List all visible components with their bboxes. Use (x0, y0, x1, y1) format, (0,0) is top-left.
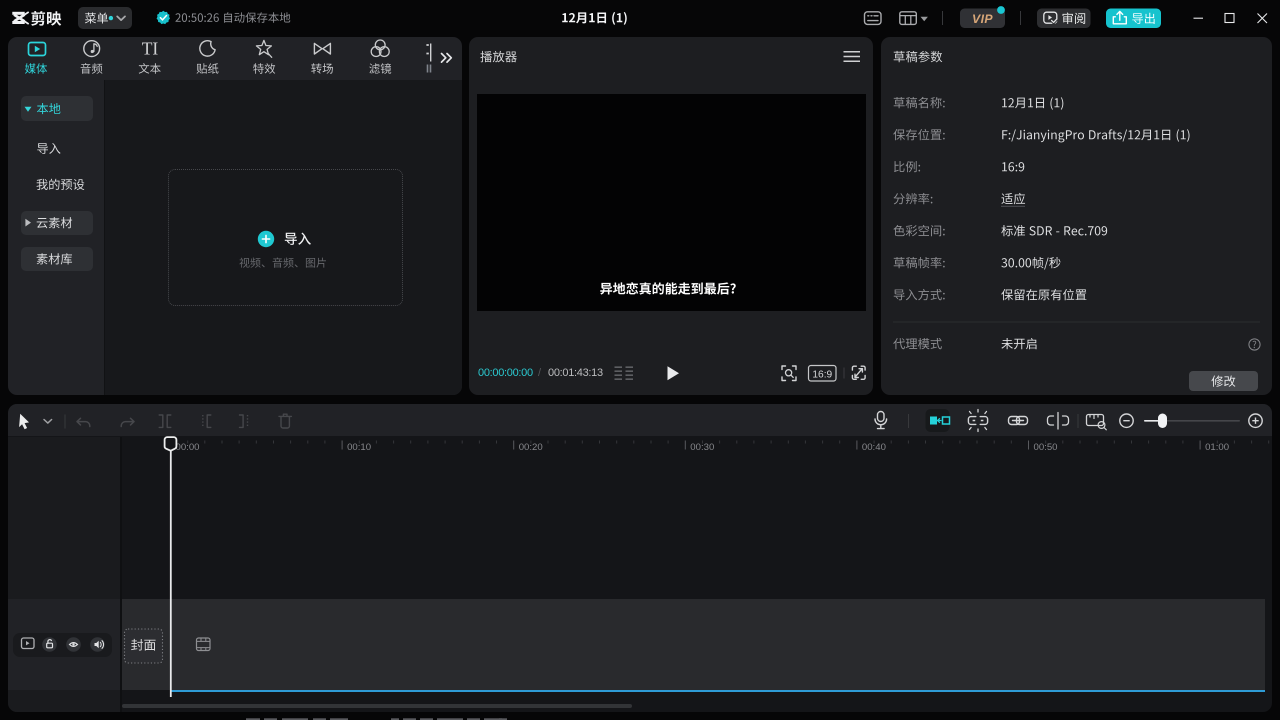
svg-text:00:30: 00:30 (690, 442, 714, 453)
svg-text:00:10: 00:10 (347, 442, 371, 453)
svg-text:00:40: 00:40 (862, 442, 886, 453)
svg-text:00:20: 00:20 (519, 442, 543, 453)
svg-text:01:00: 01:00 (1205, 442, 1229, 453)
svg-text:TI: TI (142, 39, 159, 59)
svg-text:00:00: 00:00 (176, 442, 200, 453)
svg-text:VIP: VIP (972, 12, 993, 26)
svg-text:00:50: 00:50 (1034, 442, 1058, 453)
svg-text:16:9: 16:9 (812, 369, 832, 380)
